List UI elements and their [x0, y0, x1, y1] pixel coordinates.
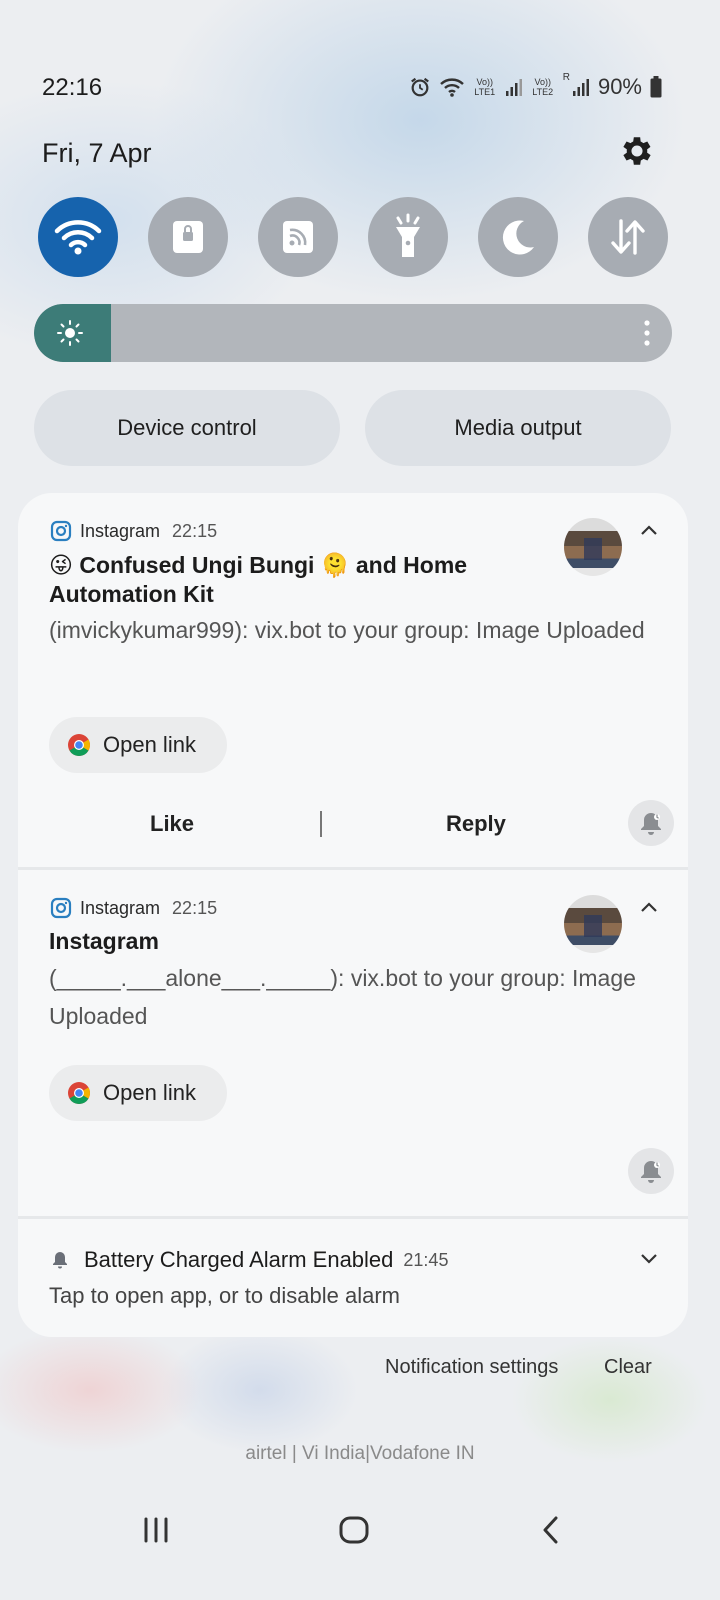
chrome-icon [68, 734, 90, 756]
notification-title: Instagram [49, 928, 159, 954]
notification-thumbnail [564, 518, 622, 576]
back-icon[interactable] [534, 1512, 570, 1548]
battery-icon [650, 76, 662, 98]
cast-tile[interactable] [258, 197, 338, 277]
title-part-1: Confused Ungi Bungi [79, 552, 315, 578]
notification-time: 22:15 [172, 520, 218, 541]
data-transfer-icon [611, 219, 645, 255]
notification-instagram-1[interactable]: Instagram 22:15 😜 Confused Ungi Bungi 🫠 … [18, 493, 688, 867]
status-time: 22:16 [42, 74, 103, 101]
media-output-button[interactable]: Media output [365, 390, 671, 466]
notification-time: 22:15 [172, 897, 218, 918]
instagram-icon [50, 897, 72, 919]
clear-button[interactable]: Clear [604, 1356, 652, 1379]
snooze-bell-icon [641, 1161, 661, 1183]
notification-time: 21:45 [403, 1249, 449, 1270]
wifi-icon [54, 220, 102, 255]
notification-body: Tap to open app, or to disable alarm [49, 1283, 401, 1308]
snooze-bell-icon [641, 813, 661, 835]
date-label: Fri, 7 Apr [42, 138, 152, 168]
wifi-status-icon [439, 78, 464, 97]
moon-icon [502, 220, 534, 255]
snooze-button[interactable] [628, 1148, 674, 1194]
emoji-melting: 🫠 [320, 552, 350, 578]
settings-gear-icon[interactable] [618, 132, 656, 170]
bell-icon [53, 1252, 67, 1269]
notification-title: 😜 Confused Ungi Bungi 🫠 and Home Automat… [49, 551, 519, 609]
notification-divider [18, 867, 688, 870]
mobile-data-tile[interactable] [588, 197, 668, 277]
battery-percent: 90% [597, 74, 642, 99]
open-link-label: Open link [103, 732, 196, 757]
lte2-label: Vo)) LTE2 [532, 77, 554, 97]
notification-header: Instagram 22:15 [50, 520, 217, 542]
emoji-tongue: 😜 [49, 552, 73, 578]
collapse-chevron-up-icon[interactable] [638, 897, 660, 919]
notification-divider [18, 1216, 688, 1219]
lock-icon [173, 221, 203, 253]
carrier-label: airtel | Vi India|Vodafone IN [245, 1443, 475, 1464]
brightness-more-icon[interactable] [644, 320, 650, 346]
chrome-icon [68, 1082, 90, 1104]
home-icon[interactable] [336, 1512, 372, 1548]
status-icons: Vo)) LTE1 Vo)) LTE2 R 90% [409, 72, 662, 102]
notification-battery-alarm[interactable]: Battery Charged Alarm Enabled 21:45 Tap … [18, 1220, 688, 1337]
navigation-bar [0, 1500, 720, 1560]
recent-apps-icon[interactable] [138, 1512, 174, 1548]
notification-body: (imvickykumar999): vix.bot to your group… [49, 617, 645, 643]
roaming-label: R [562, 72, 570, 83]
signal-1-icon [505, 79, 522, 96]
night-mode-tile[interactable] [478, 197, 558, 277]
collapse-chevron-up-icon[interactable] [638, 520, 660, 542]
device-control-button[interactable]: Device control [34, 390, 340, 466]
reply-button[interactable]: Reply [446, 811, 506, 837]
notification-body: (_____.___alone___._____): vix.bot to yo… [49, 965, 636, 1029]
signal-2-icon [572, 79, 589, 96]
expand-chevron-down-icon[interactable] [638, 1247, 660, 1269]
cast-icon [283, 221, 313, 253]
snooze-button[interactable] [628, 800, 674, 846]
notification-header: Battery Charged Alarm Enabled 21:45 [50, 1247, 448, 1273]
app-name: Instagram [80, 897, 161, 918]
notification-header: Instagram 22:15 [50, 897, 217, 919]
open-link-button[interactable]: Open link [49, 1065, 227, 1121]
notification-panel: Instagram 22:15 😜 Confused Ungi Bungi 🫠 … [18, 493, 688, 1337]
lte1-label: Vo)) LTE1 [474, 77, 496, 97]
notification-instagram-2[interactable]: Instagram 22:15 Instagram (_____.___alon… [18, 871, 688, 1215]
like-button[interactable]: Like [150, 811, 194, 837]
alarm-icon [410, 77, 429, 97]
brightness-slider[interactable] [34, 304, 672, 362]
wifi-tile[interactable] [38, 197, 118, 277]
action-divider [320, 811, 322, 837]
notification-thumbnail [564, 895, 622, 953]
instagram-icon [50, 520, 72, 542]
flashlight-tile[interactable] [368, 197, 448, 277]
notification-settings-button[interactable]: Notification settings [385, 1356, 558, 1379]
brightness-sun-icon [57, 320, 83, 346]
notification-title: Battery Charged Alarm Enabled [84, 1247, 394, 1272]
open-link-button[interactable]: Open link [49, 717, 227, 773]
screen-lock-tile[interactable] [148, 197, 228, 277]
flashlight-icon [396, 213, 420, 257]
open-link-label: Open link [103, 1080, 196, 1105]
app-name: Instagram [80, 520, 161, 541]
